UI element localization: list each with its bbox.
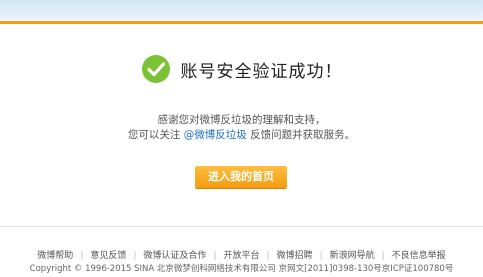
header-accent-line <box>0 21 483 24</box>
weibo-antispam-link[interactable]: @微博反垃圾 <box>184 129 247 141</box>
footer-divider <box>0 226 483 227</box>
header-band <box>0 0 483 21</box>
footer-separator: | <box>213 251 217 261</box>
footer-links: 微博帮助 | 意见反馈 | 微博认证及合作 | 开放平台 | 微博招聘 | 新浪网导航 | 不良信息举报 <box>0 248 483 261</box>
check-circle-icon <box>141 54 171 84</box>
page: 账号安全验证成功！ 感谢您对微博反垃圾的理解和支持， 您可以关注 @微博反垃圾 … <box>0 0 483 277</box>
page-title: 账号安全验证成功！ <box>180 61 343 82</box>
success-title-row: 账号安全验证成功！ <box>0 53 483 85</box>
footer-separator: | <box>381 251 385 261</box>
footer-link-verification[interactable]: 微博认证及合作 <box>143 251 206 261</box>
footer-link-sina-nav[interactable]: 新浪网导航 <box>330 251 375 261</box>
follow-message: 您可以关注 @微博反垃圾 反馈问题并获取服务。 <box>0 127 483 142</box>
footer-link-help[interactable]: 微博帮助 <box>37 251 73 261</box>
enter-homepage-button[interactable]: 进入我的首页 <box>195 166 287 188</box>
footer-link-open-platform[interactable]: 开放平台 <box>223 251 259 261</box>
footer-link-feedback[interactable]: 意见反馈 <box>90 251 126 261</box>
follow-message-suffix: 反馈问题并获取服务。 <box>250 129 356 141</box>
copyright-text: Copyright © 1996-2015 SINA 北京微梦创科网络技术有限公… <box>29 264 454 274</box>
follow-message-prefix: 您可以关注 <box>127 129 181 141</box>
footer-separator: | <box>80 251 84 261</box>
footer-separator: | <box>319 251 323 261</box>
footer-link-jobs[interactable]: 微博招聘 <box>277 251 313 261</box>
footer-separator: | <box>133 251 137 261</box>
footer-link-report[interactable]: 不良信息举报 <box>392 251 446 261</box>
footer-separator: | <box>266 251 270 261</box>
thanks-message: 感谢您对微博反垃圾的理解和支持， <box>157 114 326 126</box>
